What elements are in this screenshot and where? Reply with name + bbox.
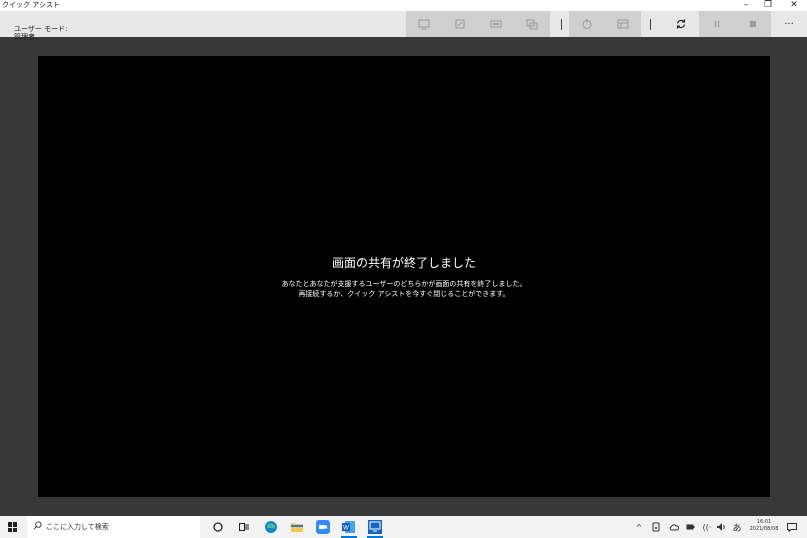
- task-manager-icon: [617, 19, 629, 29]
- wifi-icon: ((·: [702, 522, 712, 532]
- show-hidden-icons-button[interactable]: ^: [633, 516, 645, 538]
- more-options-button[interactable]: ···: [771, 11, 807, 37]
- ime-mode-button[interactable]: あ: [731, 516, 743, 538]
- annotate-button[interactable]: [442, 11, 478, 37]
- search-icon: [33, 521, 42, 530]
- pen-icon: [455, 19, 465, 29]
- edge-icon: [265, 521, 277, 533]
- quick-assist-icon: [368, 520, 382, 534]
- restart-button[interactable]: [569, 11, 605, 37]
- taskbar-search-box[interactable]: ここに入力して検索: [27, 516, 200, 538]
- taskbar-clock[interactable]: 16:01 2021/08/08: [744, 519, 784, 533]
- session-ended-message: あなたとあなたが支援するユーザーのどちらかが画面の共有を終了しました。 再接続す…: [38, 279, 770, 299]
- toolbar-separator: [650, 19, 651, 30]
- tray-app-icon[interactable]: [650, 516, 662, 538]
- monitor-icon: [418, 19, 430, 30]
- toggle-instruction-channel-button[interactable]: [514, 11, 550, 37]
- stop-icon: [750, 21, 756, 27]
- remote-screen-area: 画面の共有が終了しました あなたとあなたが支援するユーザーのどちらかが画面の共有…: [38, 56, 770, 497]
- speaker-icon: [717, 523, 725, 531]
- close-button[interactable]: ✕: [784, 0, 804, 11]
- network-tray-button[interactable]: ((·: [701, 516, 713, 538]
- minimize-button[interactable]: –: [736, 0, 756, 11]
- battery-icon: [686, 524, 694, 530]
- svg-text:W: W: [343, 525, 349, 532]
- taskbar: ここに入力して検索 W ^ ((· あ 16:01 2021/08/08: [0, 516, 807, 538]
- toolbar: ユーザー モード: 管理者 ···: [0, 11, 807, 41]
- cortana-button[interactable]: [210, 519, 226, 535]
- windows-logo-icon: [8, 522, 12, 527]
- actual-size-button[interactable]: [478, 11, 514, 37]
- volume-tray-button[interactable]: [716, 516, 728, 538]
- file-explorer-taskbar-button[interactable]: [289, 519, 305, 535]
- reconnect-button[interactable]: [663, 11, 699, 37]
- session-ended-line-1: あなたとあなたが支援するユーザーのどちらかが画面の共有を終了しました。: [281, 280, 527, 288]
- task-view-icon: [238, 523, 248, 531]
- user-mode-value: 管理者: [14, 33, 35, 41]
- pause-icon: [715, 21, 720, 27]
- task-view-button[interactable]: [236, 519, 252, 535]
- maximize-button[interactable]: ❐: [758, 0, 778, 11]
- action-center-button[interactable]: [785, 516, 799, 538]
- quick-assist-taskbar-button[interactable]: [367, 519, 383, 538]
- app-title: クイック アシスト: [2, 1, 60, 9]
- folder-icon: [291, 523, 303, 532]
- video-camera-icon: [316, 520, 330, 534]
- end-button[interactable]: [735, 11, 771, 37]
- battery-tray-button[interactable]: [684, 516, 696, 538]
- select-monitor-button[interactable]: [406, 11, 442, 37]
- notification-icon: [787, 522, 797, 532]
- word-icon: W: [342, 521, 355, 533]
- search-placeholder: ここに入力して検索: [46, 523, 109, 531]
- reconnect-icon: [676, 19, 686, 29]
- start-button[interactable]: [8, 522, 18, 532]
- onedrive-tray-button[interactable]: [667, 516, 681, 538]
- task-manager-button[interactable]: [605, 11, 641, 37]
- clock-date: 2021/08/08: [749, 526, 779, 532]
- zoom-taskbar-button[interactable]: [315, 519, 331, 535]
- session-ended-title: 画面の共有が終了しました: [331, 256, 476, 270]
- user-mode: ユーザー モード: 管理者: [14, 25, 67, 41]
- session-ended-line-2: 再接続するか、クイック アシストを今すぐ閉じることができます。: [298, 290, 510, 298]
- power-icon: [582, 19, 592, 29]
- user-mode-label: ユーザー モード:: [14, 25, 68, 33]
- clock-time: 16:01: [756, 519, 772, 525]
- cortana-icon: [213, 522, 223, 532]
- chevron-up-icon: ^: [635, 522, 643, 532]
- edge-taskbar-button[interactable]: [263, 519, 279, 535]
- toolbar-separator: [561, 19, 562, 30]
- word-taskbar-button[interactable]: W: [341, 519, 357, 538]
- tray-app-icon-glyph: [652, 522, 660, 532]
- chat-icon: [526, 19, 538, 30]
- cloud-icon: [669, 523, 679, 530]
- pause-button[interactable]: [699, 11, 735, 37]
- title-bar: クイック アシスト – ❐ ✕: [0, 0, 807, 11]
- fit-screen-icon: [490, 20, 502, 28]
